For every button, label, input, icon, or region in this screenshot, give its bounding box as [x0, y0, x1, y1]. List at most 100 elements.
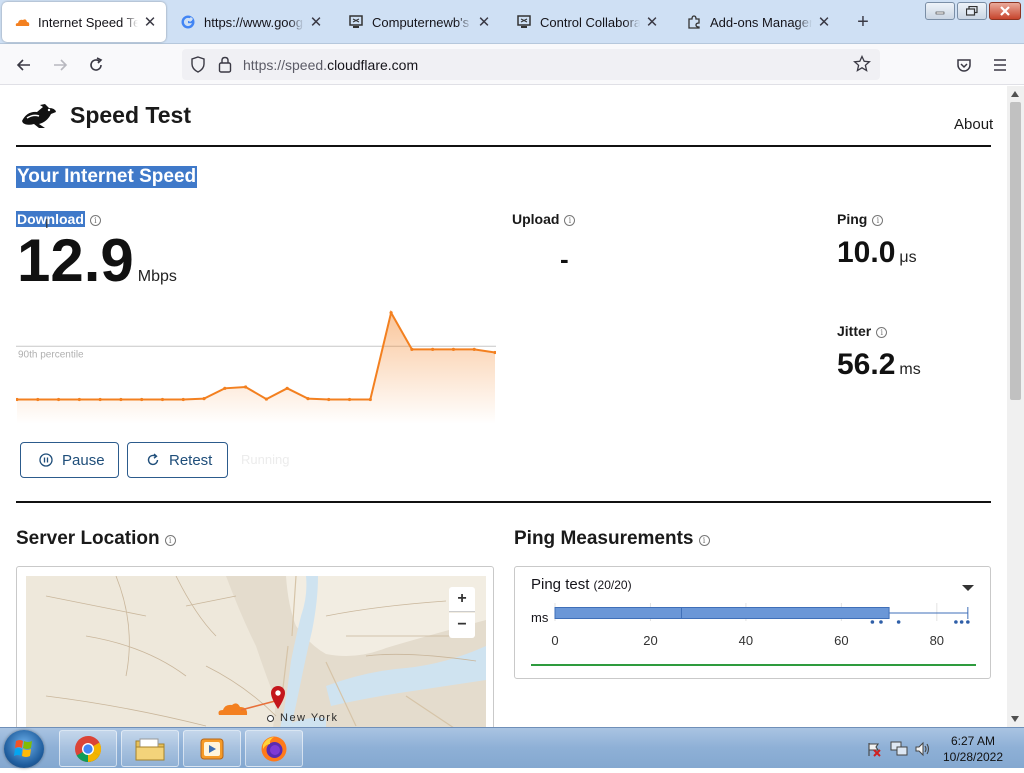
- zoom-in-button[interactable]: +: [449, 587, 475, 612]
- taskbar-file-explorer[interactable]: [121, 730, 179, 767]
- close-tab-icon[interactable]: ✕: [644, 14, 660, 31]
- ping-sample-point: [954, 620, 958, 624]
- info-icon[interactable]: i: [872, 215, 884, 226]
- new-tab-button[interactable]: +: [851, 12, 875, 32]
- download-data-point: [431, 347, 435, 351]
- taskbar-firefox[interactable]: [245, 730, 303, 767]
- close-tab-icon[interactable]: ✕: [142, 14, 158, 31]
- section-title: Your Internet Speed: [16, 166, 198, 188]
- ping-measurements-heading: Ping Measurements i: [514, 528, 710, 550]
- download-data-point: [410, 347, 414, 351]
- download-speed-chart: 90th percentile: [16, 309, 496, 424]
- pause-button[interactable]: Pause: [20, 442, 119, 478]
- taskbar-media-player[interactable]: [183, 730, 241, 767]
- retest-icon: [146, 453, 160, 467]
- tab-control-collaborative[interactable]: Control Collaborative ✕: [504, 2, 668, 42]
- download-data-point: [160, 397, 165, 402]
- close-tab-icon[interactable]: ✕: [476, 14, 492, 31]
- system-clock[interactable]: 6:27 AM 10/28/2022: [930, 733, 1016, 765]
- app-menu-button[interactable]: [987, 52, 1013, 78]
- retest-label: Retest: [169, 451, 213, 469]
- lock-icon[interactable]: [218, 56, 232, 78]
- server-location-map[interactable]: New York + −: [16, 566, 494, 727]
- download-data-point: [306, 397, 310, 401]
- info-icon[interactable]: i: [164, 535, 176, 546]
- server-location-title: Server Location: [16, 528, 160, 549]
- pocket-button[interactable]: [951, 52, 977, 78]
- tab-addons-manager[interactable]: Add-ons Manager ✕: [674, 2, 840, 42]
- back-button[interactable]: [11, 52, 37, 78]
- reload-button[interactable]: [83, 52, 109, 78]
- ping-sample-point: [959, 620, 964, 624]
- pause-icon: [39, 453, 53, 467]
- location-pin-icon[interactable]: [269, 684, 287, 715]
- start-button[interactable]: [4, 730, 44, 768]
- ping-tick-label: 20: [643, 633, 657, 648]
- restore-button[interactable]: [957, 2, 987, 20]
- map-canvas[interactable]: New York + −: [26, 576, 486, 727]
- tab-label: Computernewb's Inte: [372, 14, 472, 30]
- running-status: Running: [241, 452, 290, 467]
- pause-label: Pause: [62, 451, 105, 469]
- url-domain: cloudflare.com: [327, 57, 419, 73]
- download-data-point: [223, 386, 227, 390]
- action-center-flag-icon[interactable]: [866, 741, 882, 762]
- brand-title[interactable]: Speed Test: [70, 102, 191, 129]
- download-data-point: [264, 397, 268, 401]
- scroll-up-arrow-icon[interactable]: [1011, 91, 1019, 97]
- jitter-metric-label: Jitter i: [837, 323, 888, 339]
- clock-time: 6:27 AM: [950, 734, 996, 748]
- ping-tick-label: 0: [551, 633, 558, 648]
- upload-label: Upload: [512, 211, 560, 227]
- download-data-point: [368, 397, 372, 402]
- ping-label: Ping: [837, 211, 868, 227]
- tab-google[interactable]: https://www.google.c ✕: [168, 2, 332, 42]
- taskbar-chrome[interactable]: [59, 730, 117, 767]
- ping-unit: μs: [899, 249, 917, 266]
- download-data-point: [472, 347, 476, 351]
- download-data-point: [285, 386, 289, 390]
- ping-test-header[interactable]: Ping test (20/20): [531, 576, 632, 593]
- close-window-button[interactable]: [989, 2, 1021, 20]
- forward-button[interactable]: [47, 52, 73, 78]
- ping-tick-label: 40: [739, 633, 753, 648]
- jitter-value: 56.2: [837, 348, 896, 381]
- download-unit: Mbps: [137, 268, 177, 285]
- tab-label: Add-ons Manager: [710, 14, 812, 30]
- download-data-point: [181, 397, 185, 402]
- info-icon[interactable]: i: [698, 535, 710, 546]
- jitter-reading: 56.2 ms: [837, 348, 921, 382]
- clock-date: 10/28/2022: [942, 750, 1004, 764]
- download-data-point: [77, 397, 81, 402]
- scroll-down-arrow-icon[interactable]: [1011, 716, 1019, 722]
- close-tab-icon[interactable]: ✕: [816, 14, 832, 31]
- ping-test-count: (20/20): [593, 578, 632, 592]
- tab-speed-test[interactable]: Internet Speed Test - ✕: [2, 2, 166, 42]
- ping-reading: 10.0 μs: [837, 236, 917, 270]
- file-explorer-icon: [135, 738, 165, 760]
- tab-strip: Internet Speed Test - ✕ https://www.goog…: [0, 0, 1024, 44]
- bookmark-star-icon[interactable]: [853, 54, 871, 78]
- ping-test-title: Ping test: [531, 576, 590, 593]
- url-text[interactable]: https://speed.cloudflare.com: [243, 57, 418, 73]
- close-tab-icon[interactable]: ✕: [308, 14, 324, 31]
- scrollbar-thumb[interactable]: [1010, 102, 1021, 400]
- download-value: 12.9: [17, 227, 134, 294]
- minimize-button[interactable]: [925, 2, 955, 20]
- info-icon[interactable]: i: [876, 327, 888, 338]
- info-icon[interactable]: i: [564, 215, 576, 226]
- cloudflare-rabbit-logo[interactable]: [19, 101, 59, 136]
- retest-button[interactable]: Retest: [127, 442, 228, 478]
- ping-tick-label: 60: [834, 633, 848, 648]
- zoom-out-button[interactable]: −: [449, 613, 475, 638]
- tracking-shield-icon[interactable]: [190, 56, 206, 78]
- info-icon[interactable]: i: [89, 215, 101, 226]
- expand-chevron-icon[interactable]: [961, 580, 975, 598]
- network-icon[interactable]: [890, 741, 908, 762]
- download-data-point: [389, 311, 393, 315]
- tab-computernewb[interactable]: Computernewb's Inte ✕: [336, 2, 500, 42]
- about-link[interactable]: About: [954, 116, 993, 133]
- page-scrollbar[interactable]: [1007, 86, 1024, 727]
- server-location-heading: Server Location i: [16, 528, 176, 550]
- address-bar[interactable]: https://speed.cloudflare.com: [182, 49, 880, 80]
